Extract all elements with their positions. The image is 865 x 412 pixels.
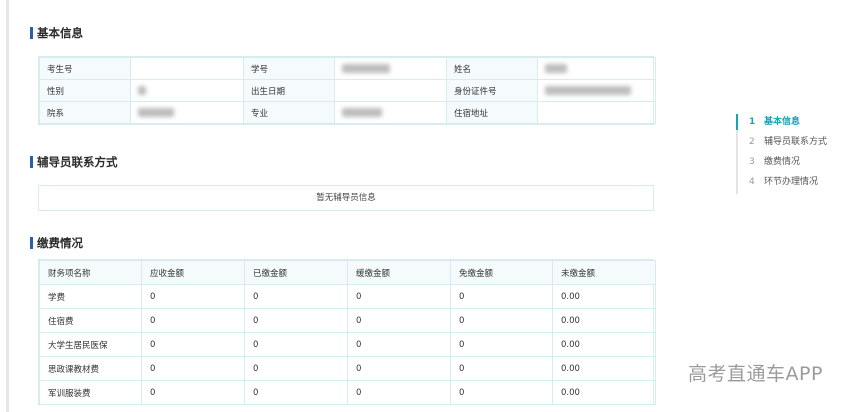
redacted-value	[342, 107, 382, 117]
fees-panel: 财务项名称 应收金额 已缴金额 缓缴金额 免缴金额 未缴金额 学费 0 0 0 …	[38, 259, 656, 405]
fee-unpaid: 0.00	[552, 356, 656, 381]
fee-item-name: 军训服装费	[39, 380, 142, 405]
label-name: 姓名	[446, 57, 538, 80]
fee-deferred: 0	[347, 332, 451, 357]
table-header-row: 财务项名称 应收金额 已缴金额 缓缴金额 免缴金额 未缴金额	[39, 260, 656, 285]
table-row: 大学生居民医保 0 0 0 0 0.00	[39, 332, 656, 357]
header-deferred: 缓缴金额	[347, 260, 451, 285]
basic-info-panel: 考生号 学号 姓名 性别 出生日期 身份证件号 院系 专业 住宿地址	[38, 56, 656, 125]
label-dorm-address: 住宿地址	[446, 101, 538, 124]
table-row: 军训服装费 0 0 0 0 0.00	[39, 380, 656, 405]
value-gender	[130, 79, 244, 102]
fee-receivable: 0	[141, 356, 245, 381]
step-number: 2	[749, 137, 755, 147]
fee-item-name: 大学生居民医保	[39, 332, 142, 357]
fee-deferred: 0	[347, 284, 451, 309]
label-id-number: 身份证件号	[446, 79, 538, 102]
step-number: 3	[749, 157, 755, 167]
value-candidate-no	[130, 57, 244, 80]
left-border	[6, 0, 9, 412]
fee-paid: 0	[244, 356, 348, 381]
fee-receivable: 0	[141, 284, 245, 309]
step-process-status[interactable]: 4 环节办理情况	[749, 174, 827, 194]
fee-unpaid: 0.00	[552, 308, 656, 333]
fee-exempt: 0	[450, 308, 553, 333]
fee-item-name: 学费	[39, 284, 142, 309]
fee-receivable: 0	[141, 380, 245, 405]
table-row: 院系 专业 住宿地址	[39, 101, 656, 124]
value-name	[537, 57, 656, 80]
redacted-value	[545, 63, 567, 73]
section-title-basic-info: 基本信息	[30, 26, 83, 40]
value-id-number	[537, 79, 656, 102]
step-number: 1	[749, 117, 756, 127]
section-title-fees: 缴费情况	[30, 236, 83, 250]
fee-deferred: 0	[347, 380, 451, 405]
fee-exempt: 0	[450, 380, 553, 405]
label-gender: 性别	[39, 79, 131, 102]
fee-paid: 0	[244, 332, 348, 357]
redacted-value	[138, 85, 146, 95]
step-number: 4	[749, 177, 755, 187]
label-student-id: 学号	[243, 57, 335, 80]
counselor-panel: 暂无辅导员信息	[38, 185, 654, 211]
step-label: 基本信息	[764, 117, 801, 127]
redacted-value	[545, 85, 631, 95]
label-birth-date: 出生日期	[243, 79, 335, 102]
value-dorm-address	[537, 101, 656, 124]
fee-receivable: 0	[141, 308, 245, 333]
fee-unpaid: 0.00	[552, 332, 656, 357]
step-label: 辅导员联系方式	[764, 137, 828, 147]
fee-paid: 0	[244, 284, 348, 309]
header-item-name: 财务项名称	[39, 260, 142, 285]
redacted-value	[138, 107, 174, 117]
label-major: 专业	[243, 101, 335, 124]
redacted-value	[342, 63, 390, 73]
fee-unpaid: 0.00	[552, 284, 656, 309]
watermark: 高考直通车APP	[688, 363, 823, 385]
fee-item-name: 住宿费	[39, 308, 142, 333]
step-label: 缴费情况	[764, 157, 801, 167]
basic-info-table: 考生号 学号 姓名 性别 出生日期 身份证件号 院系 专业 住宿地址	[39, 57, 656, 124]
step-basic-info[interactable]: 1 基本信息	[735, 114, 827, 134]
table-row: 学费 0 0 0 0 0.00	[39, 284, 656, 309]
section-title-counselor: 辅导员联系方式	[30, 155, 118, 169]
header-unpaid: 未缴金额	[552, 260, 656, 285]
value-department	[130, 101, 244, 124]
header-receivable: 应收金额	[141, 260, 245, 285]
header-paid: 已缴金额	[244, 260, 348, 285]
table-row: 性别 出生日期 身份证件号	[39, 79, 656, 102]
step-fees[interactable]: 3 缴费情况	[749, 154, 827, 174]
value-student-id	[334, 57, 447, 80]
fee-item-name: 思政课教材费	[39, 356, 142, 381]
table-row: 住宿费 0 0 0 0 0.00	[39, 308, 656, 333]
value-major	[334, 101, 447, 124]
fee-paid: 0	[244, 308, 348, 333]
step-counselor[interactable]: 2 辅导员联系方式	[749, 134, 827, 154]
fee-deferred: 0	[347, 308, 451, 333]
value-birth-date	[334, 79, 447, 102]
fee-exempt: 0	[450, 356, 553, 381]
label-candidate-no: 考生号	[39, 57, 131, 80]
label-department: 院系	[39, 101, 131, 124]
fee-exempt: 0	[450, 284, 553, 309]
fee-exempt: 0	[450, 332, 553, 357]
empty-message: 暂无辅导员信息	[316, 193, 376, 203]
fee-receivable: 0	[141, 332, 245, 357]
fee-unpaid: 0.00	[552, 380, 656, 405]
table-row: 考生号 学号 姓名	[39, 57, 656, 80]
table-row: 思政课教材费 0 0 0 0 0.00	[39, 356, 656, 381]
fees-table: 财务项名称 应收金额 已缴金额 缓缴金额 免缴金额 未缴金额 学费 0 0 0 …	[39, 260, 656, 405]
fee-paid: 0	[244, 380, 348, 405]
fee-deferred: 0	[347, 356, 451, 381]
step-label: 环节办理情况	[764, 177, 819, 187]
header-exempt: 免缴金额	[450, 260, 553, 285]
step-navigator: 1 基本信息 2 辅导员联系方式 3 缴费情况 4 环节办理情况	[735, 114, 827, 194]
